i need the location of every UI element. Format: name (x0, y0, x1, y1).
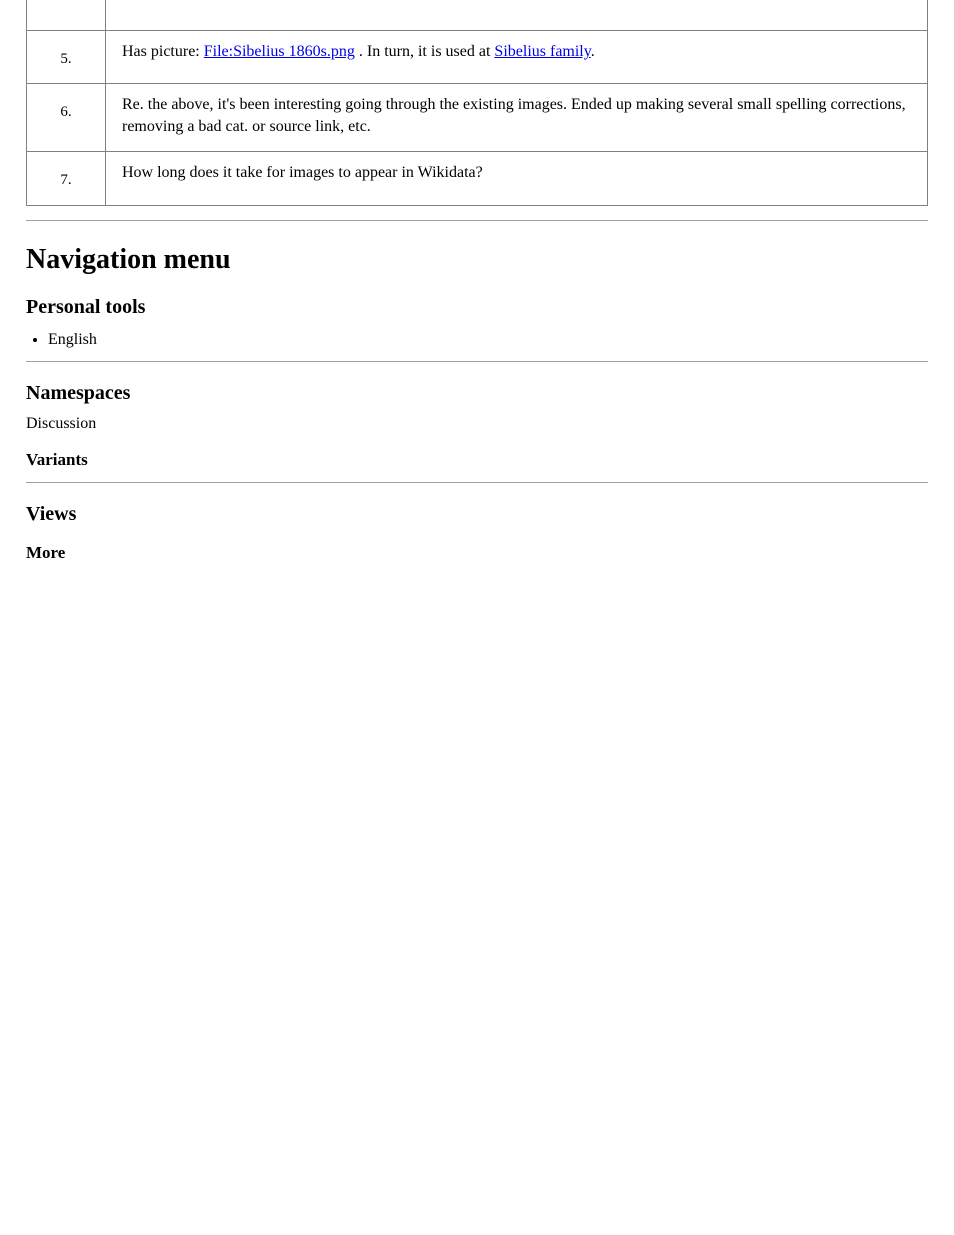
row-text: Re. the above, it's been interesting goi… (106, 84, 928, 152)
row-number: 5. (27, 31, 106, 84)
row-number: 7. (27, 152, 106, 205)
text-between: . In turn, it is used at (359, 43, 495, 60)
divider (26, 482, 928, 483)
table-row: 6. Re. the above, it's been interesting … (27, 84, 928, 152)
cell-num-empty (27, 0, 106, 31)
link-file-sibelius[interactable]: File:Sibelius 1860s.png (204, 43, 355, 60)
table-row: 5. Has picture: File:Sibelius 1860s.png … (27, 31, 928, 84)
text-before: Has picture: (122, 43, 204, 60)
row-number: 6. (27, 84, 106, 152)
more-heading: More (26, 542, 928, 565)
divider (26, 220, 928, 221)
table-row-cutoff (27, 0, 928, 31)
personal-tools-list: English (48, 329, 928, 351)
views-heading: Views (26, 501, 928, 528)
link-sibelius-family[interactable]: Sibelius family (494, 43, 590, 60)
info-table: 5. Has picture: File:Sibelius 1860s.png … (26, 0, 928, 206)
divider (26, 361, 928, 362)
namespaces-heading: Namespaces (26, 380, 928, 407)
table-row: 7. How long does it take for images to a… (27, 152, 928, 205)
lang-item[interactable]: English (48, 329, 928, 351)
row-text: How long does it take for images to appe… (106, 152, 928, 205)
row-text: Has picture: File:Sibelius 1860s.png . I… (106, 31, 928, 84)
namespaces-value[interactable]: Discussion (26, 413, 928, 435)
personal-tools-heading: Personal tools (26, 294, 928, 321)
nav-menu-heading: Navigation menu (26, 241, 928, 279)
variants-heading: Variants (26, 449, 928, 472)
text-after: . (591, 43, 595, 60)
cell-text-empty (106, 0, 928, 31)
